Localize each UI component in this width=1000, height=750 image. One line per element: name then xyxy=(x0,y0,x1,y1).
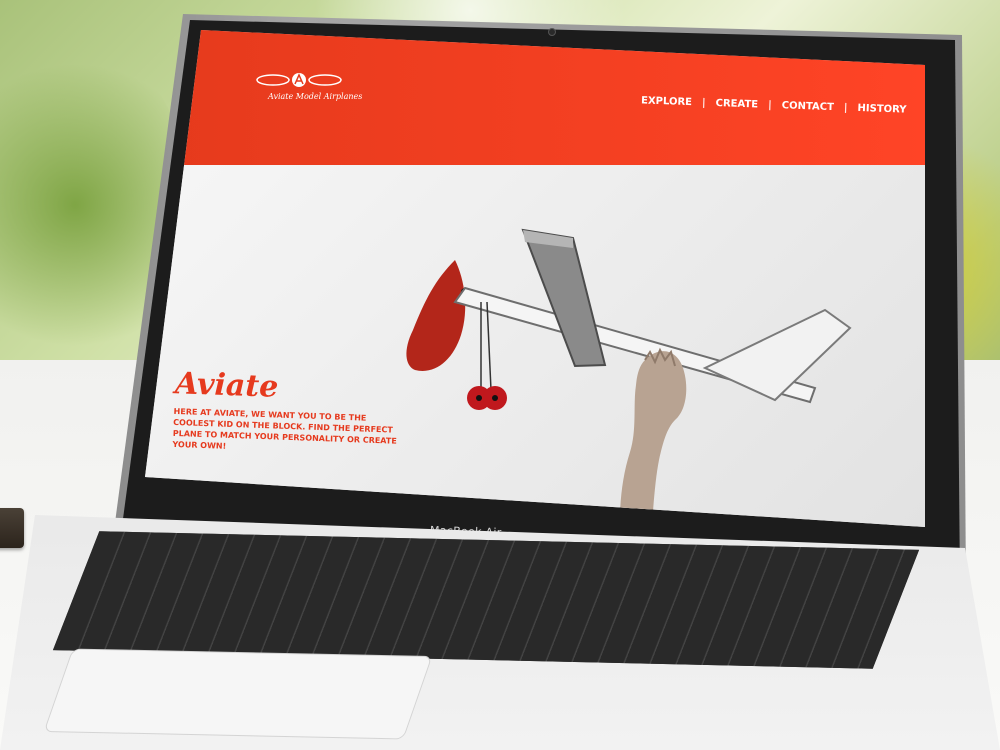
nav-separator: | xyxy=(767,99,772,111)
trackpad[interactable] xyxy=(43,648,433,740)
nav-history[interactable]: HISTORY xyxy=(857,103,906,116)
propeller-icon xyxy=(256,73,342,87)
keyboard[interactable] xyxy=(52,531,920,669)
nav-explore[interactable]: EXPLORE xyxy=(641,95,692,108)
model-airplane-image xyxy=(406,228,852,527)
top-nav: EXPLORE | CREATE | CONTACT | HISTORY xyxy=(641,95,907,115)
site-logo[interactable]: Aviate Model Airplanes xyxy=(253,70,373,112)
nav-contact[interactable]: CONTACT xyxy=(782,100,835,113)
nav-create[interactable]: CREATE xyxy=(715,98,758,110)
logo-text: Aviate Model Airplanes xyxy=(268,92,363,101)
laptop-screen: Aviate Model Airplanes EXPLORE | CREATE … xyxy=(145,30,925,527)
hero-title: Aviate xyxy=(174,366,279,405)
nav-separator: | xyxy=(701,97,706,109)
hero-copy: HERE AT AVIATE, WE WANT YOU TO BE THE CO… xyxy=(172,406,397,451)
nav-separator: | xyxy=(843,102,848,114)
camera-icon xyxy=(548,28,556,36)
book-object xyxy=(0,508,24,548)
